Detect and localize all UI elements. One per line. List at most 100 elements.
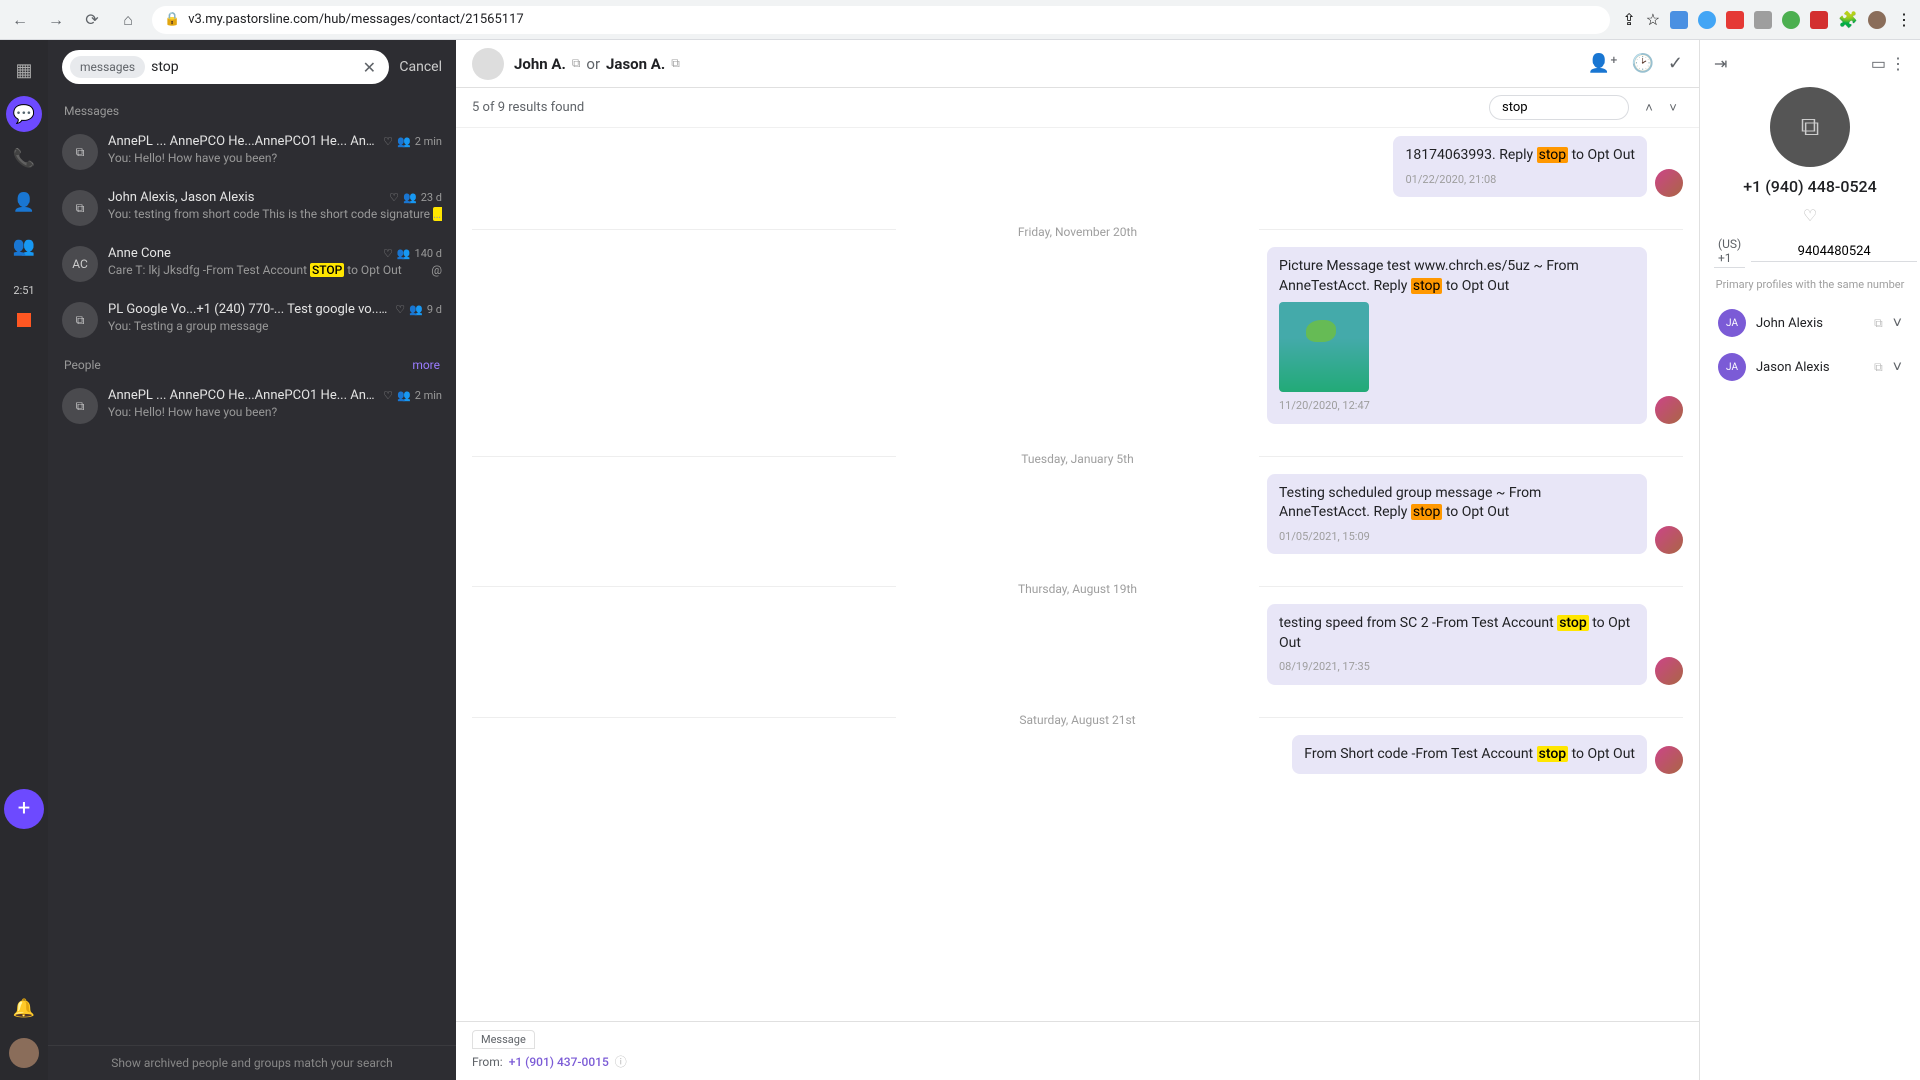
reload-button[interactable]: ⟳ [80, 8, 104, 32]
date-separator: Friday, November 20th [472, 211, 1683, 247]
list-avatar: ⧉ [62, 190, 98, 226]
share-icon[interactable]: ⇪ [1622, 10, 1635, 29]
rail-people[interactable]: 👤 [6, 184, 42, 220]
list-item[interactable]: ⧉John Alexis, Jason Alexis♡ 👥 23 dYou: t… [48, 180, 456, 236]
profile-avatar: JA [1718, 309, 1746, 337]
browser-menu-icon[interactable]: ⋮ [1896, 10, 1912, 29]
message-bubble[interactable]: Picture Message test www.chrch.es/5uz ~ … [1267, 247, 1647, 424]
phone-input[interactable] [1751, 242, 1917, 262]
chevron-down-icon[interactable]: ˅ [1893, 313, 1902, 333]
add-person-icon[interactable]: 👤⁺ [1588, 53, 1618, 74]
message-bubble[interactable]: 18174063993. Reply stop to Opt Out01/22/… [1393, 136, 1647, 197]
find-next-icon[interactable]: ˅ [1663, 98, 1683, 118]
rail-indicator [17, 313, 31, 327]
rail-notifications[interactable]: 🔔 [6, 990, 42, 1026]
rail-groups[interactable]: 👥 [6, 228, 42, 264]
message-row: From Short code -From Test Account stop … [472, 735, 1683, 775]
link-icon: ⧉ [1874, 360, 1883, 375]
message-image[interactable] [1279, 302, 1369, 392]
message-time: 01/05/2021, 15:09 [1279, 529, 1635, 544]
chevron-down-icon[interactable]: ˅ [1893, 357, 1902, 377]
search-box[interactable]: messages ✕ [62, 50, 389, 84]
profile-avatar[interactable] [1868, 11, 1886, 29]
compose-area: Message From: +1 (901) 437-0015 ⓘ [456, 1021, 1699, 1080]
clear-search-icon[interactable]: ✕ [359, 57, 379, 77]
message-time: 01/22/2020, 21:08 [1405, 172, 1635, 187]
mark-done-icon[interactable]: ✓ [1668, 53, 1683, 74]
message-time: 11/20/2020, 12:47 [1279, 398, 1635, 413]
list-avatar: ⧉ [62, 388, 98, 424]
sidebar: messages ✕ Cancel Messages ⧉AnnePL ... A… [48, 40, 456, 1080]
find-bar: 5 of 9 results found ˄ ˅ [456, 88, 1699, 128]
message-row: testing speed from SC 2 -From Test Accou… [472, 604, 1683, 685]
list-item[interactable]: ⧉PL Google Vo...+1 (240) 770-... Test go… [48, 292, 456, 348]
sender-avatar [1655, 526, 1683, 554]
collapse-panel-icon[interactable]: ⇥ [1714, 54, 1727, 73]
find-prev-icon[interactable]: ˄ [1639, 98, 1659, 118]
section-messages-header: Messages [48, 94, 456, 124]
message-bubble[interactable]: From Short code -From Test Account stop … [1292, 735, 1647, 775]
date-separator: Saturday, August 21st [472, 699, 1683, 735]
list-avatar: ⧉ [62, 134, 98, 170]
find-input[interactable] [1489, 95, 1629, 120]
bookmark-icon[interactable]: ☆ [1646, 10, 1660, 29]
contact-phone: +1 (940) 448-0524 [1743, 177, 1876, 196]
url-bar[interactable]: 🔒 v3.my.pastorsline.com/hub/messages/con… [152, 6, 1610, 34]
extension-icon[interactable] [1810, 11, 1828, 29]
list-item[interactable]: ⧉AnnePL ... AnnePCO He...AnnePCO1 He... … [48, 124, 456, 180]
sender-avatar [1655, 396, 1683, 424]
url-text: v3.my.pastorsline.com/hub/messages/conta… [188, 12, 524, 27]
forward-button[interactable]: → [44, 8, 68, 32]
home-button[interactable]: ⌂ [116, 8, 140, 32]
rail-dashboard[interactable]: ▦ [6, 52, 42, 88]
compose-from: From: +1 (901) 437-0015 ⓘ [472, 1053, 1683, 1070]
profile-item[interactable]: JAJohn Alexis⧉˅ [1714, 301, 1906, 345]
back-button[interactable]: ← [8, 8, 32, 32]
extensions-menu-icon[interactable]: 🧩 [1838, 10, 1858, 29]
message-bubble[interactable]: testing speed from SC 2 -From Test Accou… [1267, 604, 1647, 685]
messages-scroll[interactable]: 18174063993. Reply stop to Opt Out01/22/… [456, 128, 1699, 1021]
panel-menu-icon[interactable]: ⋮ [1890, 54, 1906, 73]
list-avatar: AC [62, 246, 98, 282]
search-filter-chip[interactable]: messages [70, 56, 145, 78]
nav-rail: ▦ 💬 📞 👤 👥 2:51 + 🔔 [0, 40, 48, 1080]
message-row: 18174063993. Reply stop to Opt Out01/22/… [472, 136, 1683, 197]
lock-icon: 🔒 [164, 12, 180, 27]
cancel-search[interactable]: Cancel [399, 59, 442, 75]
extension-icon[interactable] [1726, 11, 1744, 29]
extension-icon[interactable] [1754, 11, 1772, 29]
history-icon[interactable]: 🕑 [1631, 53, 1653, 74]
compose-tab-message[interactable]: Message [472, 1030, 535, 1049]
sidebar-footer[interactable]: Show archived people and groups match yo… [48, 1045, 456, 1080]
thread-avatar [472, 48, 504, 80]
extension-icon[interactable] [1670, 11, 1688, 29]
extension-icon[interactable] [1782, 11, 1800, 29]
list-avatar: ⧉ [62, 302, 98, 338]
list-item[interactable]: ⧉AnnePL ... AnnePCO He...AnnePCO1 He... … [48, 378, 456, 434]
rail-messages[interactable]: 💬 [6, 96, 42, 132]
from-number[interactable]: +1 (901) 437-0015 [509, 1055, 609, 1069]
find-count: 5 of 9 results found [472, 100, 1479, 115]
people-more-link[interactable]: more [412, 358, 440, 372]
info-icon[interactable]: ⓘ [615, 1053, 627, 1070]
browser-actions: ⇪ ☆ 🧩 ⋮ [1622, 10, 1912, 29]
list-item[interactable]: ACAnne Cone♡ 👥 140 dCare T: lkj Jksdfg -… [48, 236, 456, 292]
thread-title: John A. ⧉ or Jason A. ⧉ [514, 55, 1578, 73]
message-bubble[interactable]: Testing scheduled group message ~ From A… [1267, 474, 1647, 555]
section-people-header: People more [48, 348, 456, 378]
copy-icon[interactable]: ⧉ [572, 56, 581, 71]
extension-icon[interactable] [1698, 11, 1716, 29]
sender-avatar [1655, 657, 1683, 685]
browser-chrome: ← → ⟳ ⌂ 🔒 v3.my.pastorsline.com/hub/mess… [0, 0, 1920, 40]
card-icon[interactable]: ▭ [1871, 54, 1886, 73]
country-prefix[interactable]: (US) +1 [1714, 235, 1745, 268]
date-separator: Tuesday, January 5th [472, 438, 1683, 474]
rail-user-avatar[interactable] [9, 1038, 39, 1068]
copy-icon[interactable]: ⧉ [671, 56, 680, 71]
compose-fab[interactable]: + [4, 789, 44, 829]
search-input[interactable] [151, 59, 353, 75]
favorite-icon[interactable]: ♡ [1803, 206, 1817, 225]
rail-calls[interactable]: 📞 [6, 140, 42, 176]
profile-item[interactable]: JAJason Alexis⧉˅ [1714, 345, 1906, 389]
message-row: Picture Message test www.chrch.es/5uz ~ … [472, 247, 1683, 424]
